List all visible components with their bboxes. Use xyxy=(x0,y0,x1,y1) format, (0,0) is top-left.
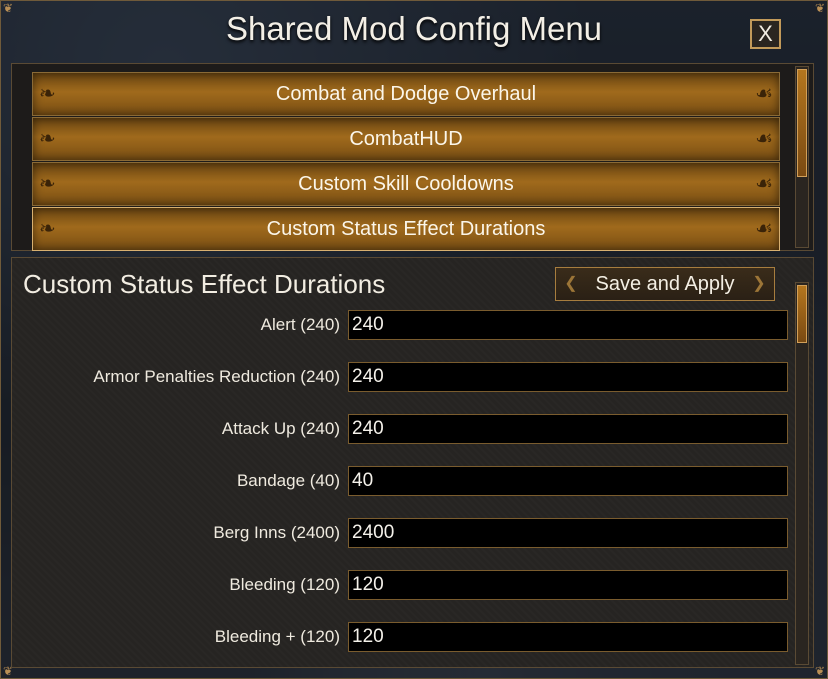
mod-list-scroll-thumb[interactable] xyxy=(797,69,807,177)
setting-row-berg-inns: Berg Inns (2400) 2400 xyxy=(12,517,792,549)
settings-title: Custom Status Effect Durations xyxy=(23,269,386,299)
duration-input[interactable]: 120 xyxy=(348,622,788,652)
duration-input[interactable]: 240 xyxy=(348,362,788,392)
mod-item-custom-status-effect-durations[interactable]: ❧ Custom Status Effect Durations ☙ xyxy=(32,207,780,251)
scroll-ornament-icon: ☙ xyxy=(755,83,773,105)
setting-row-alert: Alert (240) 240 xyxy=(12,309,792,341)
setting-label: Armor Penalties Reduction (240) xyxy=(93,367,340,386)
duration-input[interactable]: 240 xyxy=(348,310,788,340)
mod-item-combat-and-dodge-overhaul[interactable]: ❧ Combat and Dodge Overhaul ☙ xyxy=(32,72,780,116)
mod-item-label: Combat and Dodge Overhaul xyxy=(275,83,537,105)
duration-input[interactable]: 2400 xyxy=(348,518,788,548)
scroll-ornament-icon: ❧ xyxy=(39,83,56,105)
setting-label: Bleeding + (120) xyxy=(214,627,340,646)
setting-label: Bleeding (120) xyxy=(229,575,340,594)
duration-input[interactable]: 120 xyxy=(348,570,788,600)
duration-input[interactable]: 40 xyxy=(348,466,788,496)
setting-row-bandage: Bandage (40) 40 xyxy=(12,465,792,497)
scroll-ornament-icon: ❧ xyxy=(39,218,56,240)
window-title: Shared Mod Config Menu xyxy=(225,10,603,47)
scroll-ornament-icon: ☙ xyxy=(755,218,773,240)
settings-scroll-thumb[interactable] xyxy=(797,285,807,343)
setting-label: Berg Inns (2400) xyxy=(213,523,340,542)
mod-item-label: CombatHUD xyxy=(349,128,463,150)
scroll-ornament-icon: ❧ xyxy=(39,128,56,150)
mod-item-label: Custom Skill Cooldowns xyxy=(298,173,514,195)
save-and-apply-button[interactable]: ❮ Save and Apply ❯ xyxy=(555,267,775,301)
setting-label: Attack Up (240) xyxy=(221,419,340,438)
mod-item-label: Custom Status Effect Durations xyxy=(266,218,546,240)
scroll-ornament-icon: ☙ xyxy=(755,128,773,150)
setting-row-bleeding: Bleeding (120) 120 xyxy=(12,569,792,601)
setting-label: Bandage (40) xyxy=(236,471,340,490)
scroll-ornament-icon: ☙ xyxy=(755,173,773,195)
scroll-ornament-icon: ❮ xyxy=(564,275,578,292)
mod-item-custom-skill-cooldowns[interactable]: ❧ Custom Skill Cooldowns ☙ xyxy=(32,162,780,206)
scroll-ornament-icon: ❯ xyxy=(752,275,766,292)
settings-scrollbar[interactable] xyxy=(795,282,809,665)
scroll-ornament-icon: ❧ xyxy=(39,173,56,195)
config-window: ❦ ❦ ❦ ❦ Shared Mod Config Menu X ❧ Comba… xyxy=(0,0,828,679)
setting-label: Alert (240) xyxy=(260,315,340,334)
setting-row-bleeding-plus: Bleeding + (120) 120 xyxy=(12,621,792,653)
mod-list-scrollbar[interactable] xyxy=(795,66,809,248)
close-button[interactable]: X xyxy=(750,19,781,49)
mod-list-panel: ❧ Combat and Dodge Overhaul ☙ ❧ CombatHU… xyxy=(11,63,814,251)
mod-item-combathud[interactable]: ❧ CombatHUD ☙ xyxy=(32,117,780,161)
close-icon: X xyxy=(758,21,773,46)
duration-input[interactable]: 240 xyxy=(348,414,788,444)
setting-row-attack-up: Attack Up (240) 240 xyxy=(12,413,792,445)
setting-row-armor-penalties-reduction: Armor Penalties Reduction (240) 240 xyxy=(12,361,792,393)
settings-panel: Custom Status Effect Durations ❮ Save an… xyxy=(11,257,814,668)
save-button-label: Save and Apply xyxy=(595,273,735,295)
